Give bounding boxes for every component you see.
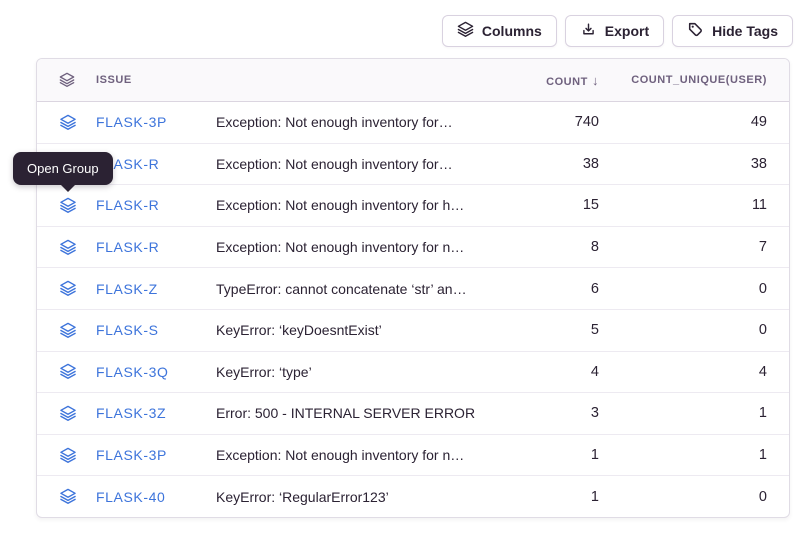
issue-link[interactable]: FLASK-R [96, 197, 216, 213]
issue-column-layers-icon [59, 72, 96, 88]
count-unique-value: 1 [599, 405, 767, 421]
issue-summary: Error: 500 - INTERNAL SERVER ERROR [216, 405, 499, 421]
table-row[interactable]: FLASK-3P Exception: Not enough inventory… [37, 102, 789, 144]
issue-summary: Exception: Not enough inventory for… [216, 114, 499, 130]
issue-link[interactable]: FLASK-3P [96, 114, 216, 130]
issue-summary: TypeError: cannot concatenate ‘str’ an… [216, 281, 499, 297]
sort-desc-icon: ↓ [588, 73, 599, 88]
toolbar: Columns Export Hide Tags [442, 15, 793, 47]
hide-tags-button-label: Hide Tags [712, 23, 778, 39]
download-icon [580, 21, 597, 41]
issue-summary: Exception: Not enough inventory for h… [216, 197, 499, 213]
count-value: 15 [499, 197, 599, 213]
columns-button-label: Columns [482, 23, 542, 39]
count-value: 1 [499, 489, 599, 505]
hide-tags-button[interactable]: Hide Tags [672, 15, 793, 47]
count-value: 4 [499, 364, 599, 380]
count-value: 6 [499, 281, 599, 297]
issue-link[interactable]: FLASK-3Q [96, 364, 216, 380]
open-group-icon[interactable] [59, 322, 96, 339]
count-unique-value: 1 [599, 447, 767, 463]
issue-summary: KeyError: ‘RegularError123’ [216, 489, 499, 505]
count-value: 38 [499, 156, 599, 172]
issue-link[interactable]: FLASK-3P [96, 447, 216, 463]
table-row[interactable]: FLASK-R Exception: Not enough inventory … [37, 144, 789, 186]
issue-summary: Exception: Not enough inventory for… [216, 156, 499, 172]
issue-summary: Exception: Not enough inventory for n… [216, 447, 499, 463]
open-group-tooltip-label: Open Group [27, 161, 99, 176]
column-header-count[interactable]: COUNT↓ [499, 73, 599, 88]
count-unique-value: 38 [599, 156, 767, 172]
table-row[interactable]: FLASK-R Exception: Not enough inventory … [37, 227, 789, 269]
open-group-icon[interactable] [59, 197, 96, 214]
count-unique-value: 7 [599, 239, 767, 255]
export-button-label: Export [605, 23, 649, 39]
table-row[interactable]: FLASK-3P Exception: Not enough inventory… [37, 435, 789, 477]
table-row[interactable]: FLASK-S KeyError: ‘keyDoesntExist’ 5 0 [37, 310, 789, 352]
column-header-issue[interactable]: ISSUE [96, 74, 216, 86]
issue-link[interactable]: FLASK-R [96, 156, 216, 172]
count-value: 5 [499, 322, 599, 338]
table-header-row: ISSUE COUNT↓ COUNT_UNIQUE(USER) [37, 59, 789, 102]
table-row[interactable]: FLASK-40 KeyError: ‘RegularError123’ 1 0 [37, 476, 789, 517]
issue-link[interactable]: FLASK-40 [96, 489, 216, 505]
column-header-count-unique[interactable]: COUNT_UNIQUE(USER) [599, 74, 767, 86]
issue-summary: KeyError: ‘type’ [216, 364, 499, 380]
count-unique-value: 0 [599, 281, 767, 297]
count-value: 740 [499, 114, 599, 130]
open-group-icon[interactable] [59, 363, 96, 380]
issue-summary: Exception: Not enough inventory for n… [216, 239, 499, 255]
count-unique-value: 0 [599, 489, 767, 505]
count-unique-value: 4 [599, 364, 767, 380]
table-body: FLASK-3P Exception: Not enough inventory… [37, 102, 789, 517]
issue-link[interactable]: FLASK-3Z [96, 405, 216, 421]
count-unique-value: 0 [599, 322, 767, 338]
open-group-icon[interactable] [59, 405, 96, 422]
table-row[interactable]: FLASK-Z TypeError: cannot concatenate ‘s… [37, 268, 789, 310]
count-unique-value: 11 [599, 197, 767, 213]
issue-link[interactable]: FLASK-Z [96, 281, 216, 297]
open-group-icon[interactable] [59, 239, 96, 256]
open-group-tooltip: Open Group [13, 152, 113, 185]
issue-link[interactable]: FLASK-R [96, 239, 216, 255]
count-value: 8 [499, 239, 599, 255]
open-group-icon[interactable] [59, 447, 96, 464]
columns-button[interactable]: Columns [442, 15, 557, 47]
issue-link[interactable]: FLASK-S [96, 322, 216, 338]
open-group-icon[interactable] [59, 280, 96, 297]
export-button[interactable]: Export [565, 15, 664, 47]
issues-table: ISSUE COUNT↓ COUNT_UNIQUE(USER) FLASK-3P… [36, 58, 790, 518]
tag-icon [687, 21, 704, 41]
open-group-icon[interactable] [59, 488, 96, 505]
count-value: 3 [499, 405, 599, 421]
issue-summary: KeyError: ‘keyDoesntExist’ [216, 322, 499, 338]
layers-icon [457, 21, 474, 41]
table-row[interactable]: FLASK-3Z Error: 500 - INTERNAL SERVER ER… [37, 393, 789, 435]
open-group-icon[interactable] [59, 114, 96, 131]
table-row[interactable]: FLASK-R Exception: Not enough inventory … [37, 185, 789, 227]
count-unique-value: 49 [599, 114, 767, 130]
count-value: 1 [499, 447, 599, 463]
table-row[interactable]: FLASK-3Q KeyError: ‘type’ 4 4 [37, 352, 789, 394]
